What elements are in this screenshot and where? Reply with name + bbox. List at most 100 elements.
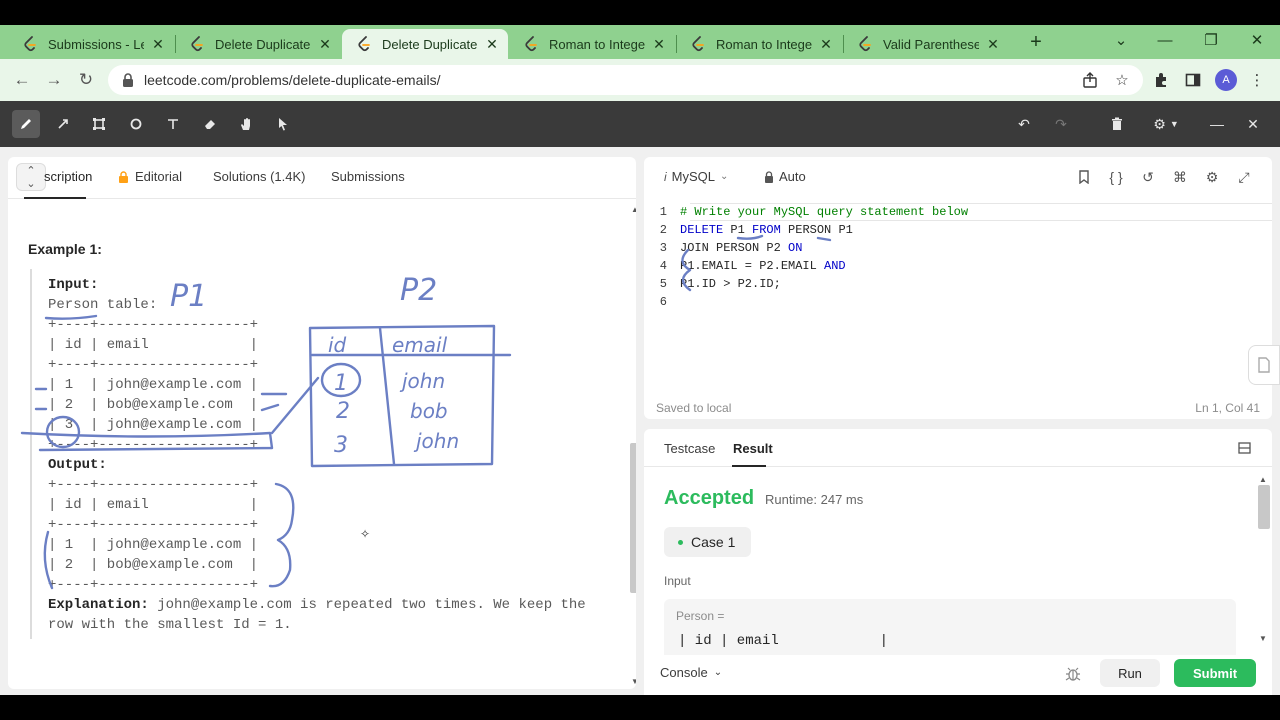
trash-icon[interactable] — [1103, 110, 1131, 138]
screen: + ⌄ — ❐ ✕ Submissions - LeetCode✕Delete … — [0, 25, 1280, 695]
eraser-icon[interactable] — [196, 110, 224, 138]
lock-icon — [123, 73, 133, 87]
cursor-position: Ln 1, Col 41 — [1195, 401, 1260, 415]
result-scroll-up-icon[interactable]: ▲ — [1258, 475, 1268, 484]
debug-icon[interactable] — [1064, 665, 1082, 683]
close-tab-icon[interactable]: ✕ — [150, 36, 166, 53]
profile-avatar[interactable]: A — [1215, 69, 1237, 91]
side-panel-icon[interactable] — [1180, 67, 1206, 93]
back-icon[interactable]: ← — [10, 68, 34, 92]
settings-icon[interactable]: ⚙ ▼ — [1146, 110, 1186, 138]
restore-window-button[interactable]: ❐ — [1196, 29, 1226, 55]
tab-search-icon[interactable]: ⌄ — [1106, 29, 1136, 55]
line-icon[interactable] — [49, 110, 77, 138]
leetcode-workspace: ⌃ ⌄ scription Editorial Solutions (1.4K) … — [0, 147, 1280, 695]
url-text: leetcode.com/problems/delete-duplicate-e… — [144, 72, 441, 88]
circle-icon[interactable] — [122, 110, 150, 138]
code-text: P1.ID > P2.ID; — [680, 275, 781, 293]
fullscreen-icon[interactable]: ⤢ — [1234, 167, 1254, 187]
minimize-icon[interactable]: — — [1203, 110, 1231, 138]
line-number: 5 — [659, 277, 667, 291]
browser-tab[interactable]: Roman to Integer ✕ — [676, 29, 842, 59]
minimize-window-button[interactable]: — — [1150, 29, 1180, 55]
crop-icon[interactable] — [85, 110, 113, 138]
extensions-icon[interactable] — [1148, 67, 1174, 93]
close-window-button[interactable]: ✕ — [1242, 29, 1272, 55]
output-table-line: | id | email | — [48, 497, 259, 513]
reset-icon[interactable]: ↺ — [1138, 167, 1158, 187]
new-tab-button[interactable]: + — [1024, 31, 1048, 55]
console-toggle[interactable]: Console ⌄ — [660, 665, 722, 680]
tab-editorial[interactable]: Editorial — [118, 169, 182, 184]
browser-tab-title: Submissions - LeetCode — [48, 36, 144, 52]
forward-icon[interactable]: → — [42, 68, 66, 92]
code-text: # Write your MySQL query statement below — [680, 203, 968, 221]
reload-icon[interactable]: ↻ — [74, 68, 98, 92]
run-button[interactable]: Run — [1100, 659, 1160, 687]
browser-tab[interactable]: Submissions - LeetCode ✕ — [8, 29, 174, 59]
close-tab-icon[interactable]: ✕ — [484, 36, 500, 53]
line-number: 6 — [659, 295, 667, 309]
shortcut-icon[interactable]: ⌘ — [1170, 167, 1190, 187]
browser-tab[interactable]: Delete Duplicate Emails ✕ — [175, 29, 341, 59]
bookmark-star-icon[interactable]: ☆ — [1109, 67, 1135, 93]
notes-float-icon[interactable] — [1248, 345, 1280, 385]
undo-icon[interactable]: ↶ — [1010, 110, 1038, 138]
browser-tab-title: Roman to Integer — [716, 36, 812, 52]
case-label: Case 1 — [691, 534, 736, 550]
layout-icon[interactable] — [1234, 438, 1254, 458]
result-tabs: Testcase Result — [644, 429, 1272, 467]
text-icon[interactable] — [159, 110, 187, 138]
auto-label: Auto — [779, 169, 806, 184]
share-icon[interactable] — [1077, 67, 1103, 93]
output-table-line: | 2 | bob@example.com | — [48, 557, 259, 573]
close-tab-icon[interactable]: ✕ — [317, 36, 333, 53]
browser-tab[interactable]: Roman to Integer ✕ — [509, 29, 675, 59]
code-area[interactable]: 1 # Write your MySQL query statement belo… — [644, 203, 1272, 311]
case-1-chip[interactable]: Case 1 — [664, 527, 752, 557]
collapse-panel-icon[interactable]: ⌃ ⌄ — [16, 163, 46, 191]
example-block: Input: Person table: Output: Explanation… — [30, 269, 610, 639]
leetcode-favicon-icon — [523, 36, 539, 52]
tab-result[interactable]: Result — [733, 441, 773, 456]
tab-testcase[interactable]: Testcase — [664, 441, 715, 456]
format-braces-icon[interactable]: { } — [1106, 167, 1126, 187]
line-number: 4 — [659, 259, 667, 273]
bookmark-icon[interactable] — [1074, 167, 1094, 187]
tab-description[interactable]: scription — [44, 169, 92, 184]
result-tab-indicator — [732, 465, 766, 467]
hand-icon[interactable] — [232, 110, 260, 138]
result-scrollbar-thumb[interactable] — [1258, 485, 1270, 529]
submit-button[interactable]: Submit — [1174, 659, 1256, 687]
close-tab-icon[interactable]: ✕ — [651, 36, 667, 53]
close-icon[interactable]: ✕ — [1239, 110, 1267, 138]
scroll-down-icon[interactable]: ▼ — [630, 677, 636, 686]
close-tab-icon[interactable]: ✕ — [985, 36, 1001, 53]
close-tab-icon[interactable]: ✕ — [818, 36, 834, 53]
url-bar[interactable]: leetcode.com/problems/delete-duplicate-e… — [108, 65, 1143, 95]
editor-settings-icon[interactable]: ⚙ — [1202, 167, 1222, 187]
pen-icon[interactable] — [12, 110, 40, 138]
leetcode-favicon-icon — [22, 36, 38, 52]
more-menu-icon[interactable]: ⋮ — [1244, 67, 1270, 93]
browser-tab[interactable]: Valid Parentheses ✕ — [843, 29, 1009, 59]
scrollbar-thumb[interactable] — [630, 443, 636, 593]
tab-solutions[interactable]: Solutions (1.4K) — [213, 169, 306, 184]
explanation-label: Explanation: — [48, 597, 149, 613]
browser-tab-bar: + ⌄ — ❐ ✕ Submissions - LeetCode✕Delete … — [0, 25, 1280, 59]
browser-tab-title: Valid Parentheses — [883, 36, 979, 52]
input-table-line: +----+------------------+ — [48, 437, 259, 453]
browser-tab[interactable]: Delete Duplicate Emails ✕ — [342, 29, 508, 59]
language-select[interactable]: i MySQL ⌄ — [664, 169, 728, 184]
pass-dot — [678, 539, 683, 545]
scroll-up-icon[interactable]: ▲ — [630, 205, 636, 214]
redo-icon[interactable]: ↷ — [1047, 110, 1075, 138]
tab-submissions[interactable]: Submissions — [331, 169, 405, 184]
sql-token: P1.ID > P2.ID; — [680, 277, 781, 291]
input-table-line: | 1 | john@example.com | — [48, 377, 259, 393]
address-bar-row: ← → ↻ leetcode.com/problems/delete-dupli… — [0, 59, 1280, 101]
auto-mode[interactable]: Auto — [764, 169, 806, 184]
result-scroll-down-icon[interactable]: ▼ — [1258, 634, 1268, 643]
pointer-icon[interactable] — [269, 110, 297, 138]
annotation-toolbar: ↶ ↷ ⚙ ▼ — ✕ — [0, 101, 1280, 147]
